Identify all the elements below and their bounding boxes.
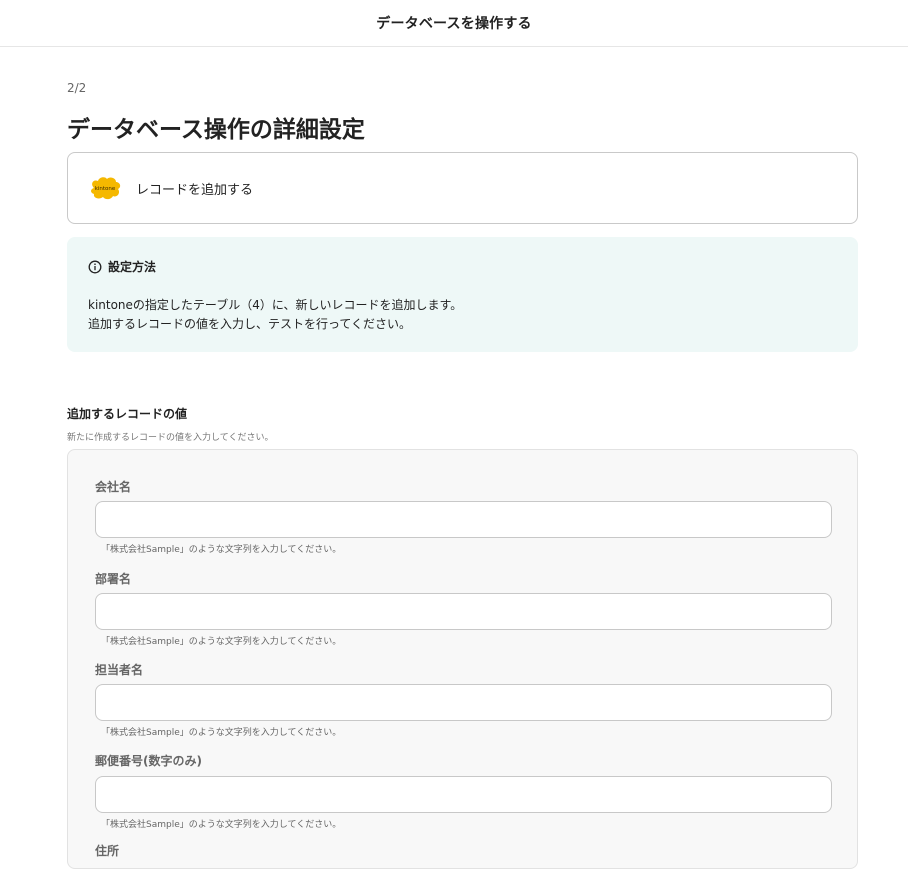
company-name-input[interactable] [95, 501, 832, 538]
field-help-department: 「株式会社Sample」のような文字列を入力してください。 [101, 637, 342, 647]
info-heading-text: 設定方法 [108, 260, 157, 274]
kintone-logo-icon: kintone [91, 177, 121, 200]
field-label-contact: 担当者名 [95, 663, 144, 677]
field-label-address: 住所 [95, 844, 120, 858]
info-line-2: 追加するレコードの値を入力し、テストを行ってください。 [88, 317, 412, 331]
app-action-label: レコードを追加する [136, 182, 254, 198]
record-fields-panel: 会社名 「株式会社Sample」のような文字列を入力してください。 部署名 「株… [67, 449, 858, 869]
section-description: 新たに作成するレコードの値を入力してください。 [67, 433, 274, 443]
header-bar: データベースを操作する [0, 0, 908, 47]
field-label-postal-code: 郵便番号(数字のみ) [95, 754, 202, 768]
contact-name-input[interactable] [95, 684, 832, 721]
field-label-company: 会社名 [95, 480, 132, 494]
step-indicator: 2/2 [67, 81, 87, 95]
page-title: データベース操作の詳細設定 [67, 117, 365, 143]
app-action-card[interactable]: kintone レコードを追加する [67, 152, 858, 224]
info-line-1: kintoneの指定したテーブル（4）に、新しいレコードを追加します。 [88, 298, 463, 312]
postal-code-input[interactable] [95, 776, 832, 813]
field-help-contact: 「株式会社Sample」のような文字列を入力してください。 [101, 728, 342, 738]
info-heading: 設定方法 [88, 258, 838, 275]
info-box: 設定方法 kintoneの指定したテーブル（4）に、新しいレコードを追加します。… [67, 237, 858, 352]
section-title: 追加するレコードの値 [67, 407, 188, 421]
info-circle-icon [88, 260, 102, 273]
field-help-company: 「株式会社Sample」のような文字列を入力してください。 [101, 545, 342, 555]
field-label-department: 部署名 [95, 572, 132, 586]
field-help-postal-code: 「株式会社Sample」のような文字列を入力してください。 [101, 820, 342, 830]
department-name-input[interactable] [95, 593, 832, 630]
kintone-logo-text: kintone [95, 186, 116, 192]
info-body: kintoneの指定したテーブル（4）に、新しいレコードを追加します。 追加する… [88, 296, 838, 334]
header-title: データベースを操作する [376, 16, 532, 32]
